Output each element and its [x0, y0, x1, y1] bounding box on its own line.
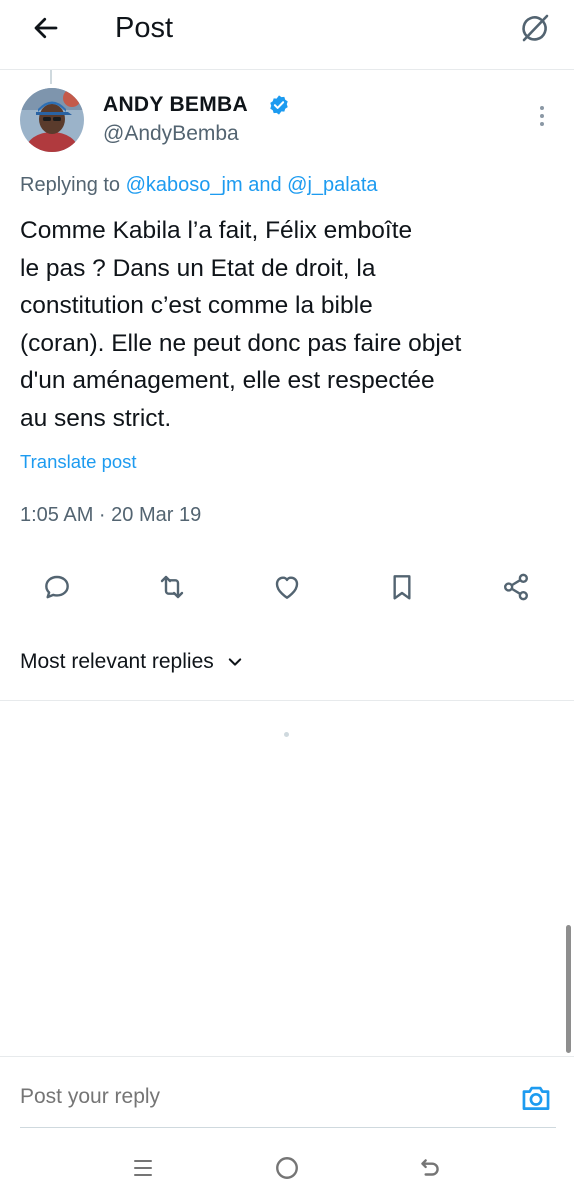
repost-icon [160, 575, 184, 599]
bookmark-button[interactable] [380, 565, 424, 609]
system-navigation-bar [0, 1130, 574, 1200]
more-icon-dot [540, 106, 544, 110]
scrollbar[interactable] [566, 925, 571, 1053]
reply-button[interactable] [35, 565, 79, 609]
reply-underline [20, 1127, 556, 1128]
top-app-bar: Post [0, 0, 574, 70]
reply-icon [45, 575, 69, 599]
post-actions-bar [0, 565, 574, 609]
repost-button[interactable] [150, 565, 194, 609]
author-name[interactable]: ANDY BEMBA [103, 92, 248, 118]
reply-input[interactable] [20, 1083, 291, 1111]
reply-composer [0, 1056, 574, 1128]
replying-and: and [248, 174, 282, 196]
mention-link[interactable]: @kaboso_jm [126, 174, 243, 196]
verified-badge-icon [270, 95, 288, 115]
like-button[interactable] [265, 565, 309, 609]
home-button[interactable] [267, 1150, 307, 1186]
translate-post-link[interactable]: Translate post [20, 450, 137, 474]
like-icon [275, 576, 299, 599]
post-text: Comme Kabila l’a fait, Félix emboîte le … [20, 217, 462, 432]
replying-to: Replying to @kaboso_jm and @j_palata [20, 172, 378, 198]
more-options-button[interactable] [528, 100, 556, 132]
bookmark-icon [393, 575, 411, 600]
author-handle[interactable]: @AndyBemba [103, 121, 239, 147]
camera-icon [522, 1086, 550, 1110]
chevron-down-icon [228, 658, 241, 666]
grok-button[interactable] [515, 8, 555, 48]
section-divider [0, 700, 574, 701]
page-title: Post [115, 12, 174, 44]
replies-sort-dropdown[interactable]: Most relevant replies [20, 648, 244, 676]
share-button[interactable] [494, 565, 538, 609]
back-nav-icon [421, 1159, 439, 1176]
avatar[interactable] [20, 88, 84, 152]
loading-indicator [284, 732, 289, 737]
replies-sort-label: Most relevant replies [20, 650, 214, 673]
mention-link[interactable]: @j_palata [287, 174, 377, 196]
thread-connector-line [50, 70, 52, 84]
home-circle-icon [276, 1157, 298, 1179]
share-icon [504, 573, 528, 601]
arrow-left-icon [34, 17, 58, 39]
back-nav-button[interactable] [410, 1150, 450, 1186]
recent-apps-button[interactable] [123, 1150, 163, 1186]
camera-button[interactable] [516, 1079, 556, 1117]
grok-icon [522, 14, 549, 42]
profile-photo [20, 88, 84, 152]
replying-prefix: Replying to [20, 174, 121, 196]
more-icon-dot [540, 122, 544, 126]
post-timestamp[interactable]: 1:05 AM · 20 Mar 19 [20, 502, 201, 528]
recent-apps-icon [134, 1160, 152, 1176]
more-icon-dot [540, 114, 544, 118]
back-button[interactable] [28, 10, 64, 46]
